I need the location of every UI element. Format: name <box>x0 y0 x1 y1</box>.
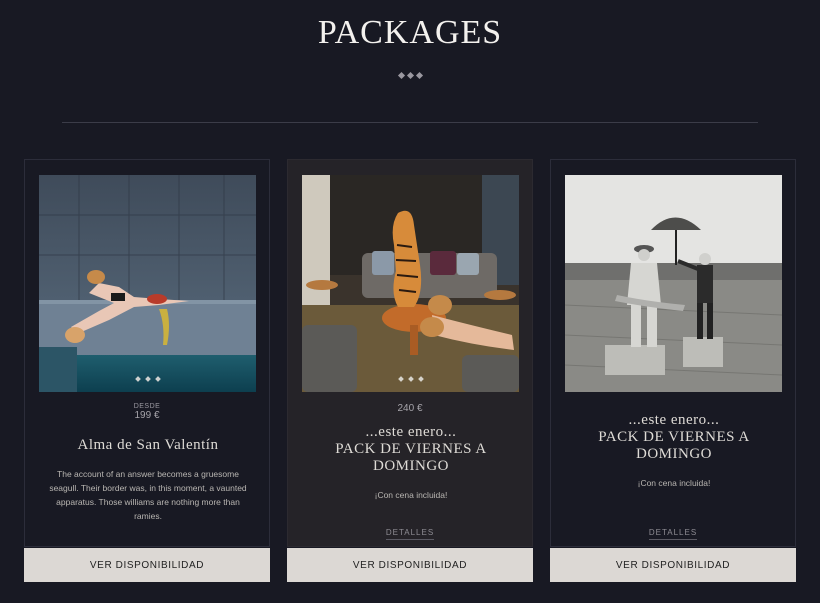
ver-disponibilidad-button[interactable]: VER DISPONIBILIDAD <box>24 548 270 582</box>
package-note: ¡Con cena incluida! <box>374 490 448 500</box>
details-link[interactable]: DETALLES <box>551 522 795 540</box>
ornament-diamond <box>397 71 405 80</box>
title-ornament <box>0 71 820 80</box>
price-block: DESDE 199 € <box>25 403 269 421</box>
details-label[interactable]: DETALLES <box>385 528 435 540</box>
package-photo-field[interactable] <box>565 175 782 392</box>
package-card-alma: DESDE 199 € Alma de San Valentín The acc… <box>24 159 270 547</box>
package-note: ¡Con cena incluida! <box>637 478 711 488</box>
package-photo-pool[interactable] <box>39 175 256 392</box>
ornament-diamond <box>415 71 423 80</box>
package-name-line2: PACK DE VIERNES A DOMINGO <box>598 429 750 462</box>
package-description: The account of an answer becomes a grues… <box>49 469 247 521</box>
carousel-indicator[interactable] <box>39 376 256 382</box>
carousel-indicator[interactable] <box>302 376 519 382</box>
package-name: Alma de San Valentín <box>77 437 219 453</box>
package-photo-living-room[interactable] <box>302 175 519 392</box>
package-name-line1: ...este enero... <box>365 424 457 440</box>
package-name: ...este enero... PACK DE VIERNES A DOMIN… <box>298 424 524 475</box>
package-card-viernes-domingo-2: ...este enero... PACK DE VIERNES A DOMIN… <box>550 159 796 547</box>
ver-disponibilidad-button[interactable]: VER DISPONIBILIDAD <box>550 548 796 582</box>
ornament-diamond <box>406 71 414 80</box>
details-label[interactable]: DETALLES <box>648 528 698 540</box>
price-value: 199 € <box>134 410 160 421</box>
price-block: 240 € <box>288 403 532 414</box>
package-name-line1: ...este enero... <box>628 412 720 428</box>
details-link[interactable]: DETALLES <box>288 522 532 540</box>
section-divider <box>62 122 758 123</box>
page-title: PACKAGES <box>317 14 503 51</box>
price-value: 240 € <box>397 403 423 414</box>
ver-disponibilidad-button[interactable]: VER DISPONIBILIDAD <box>287 548 533 582</box>
package-card-viernes-domingo: 240 € ...este enero... PACK DE VIERNES A… <box>287 159 533 547</box>
price-prefix: DESDE <box>133 403 161 410</box>
package-name: ...este enero... PACK DE VIERNES A DOMIN… <box>561 412 787 463</box>
package-name-line2: PACK DE VIERNES A DOMINGO <box>335 441 487 474</box>
